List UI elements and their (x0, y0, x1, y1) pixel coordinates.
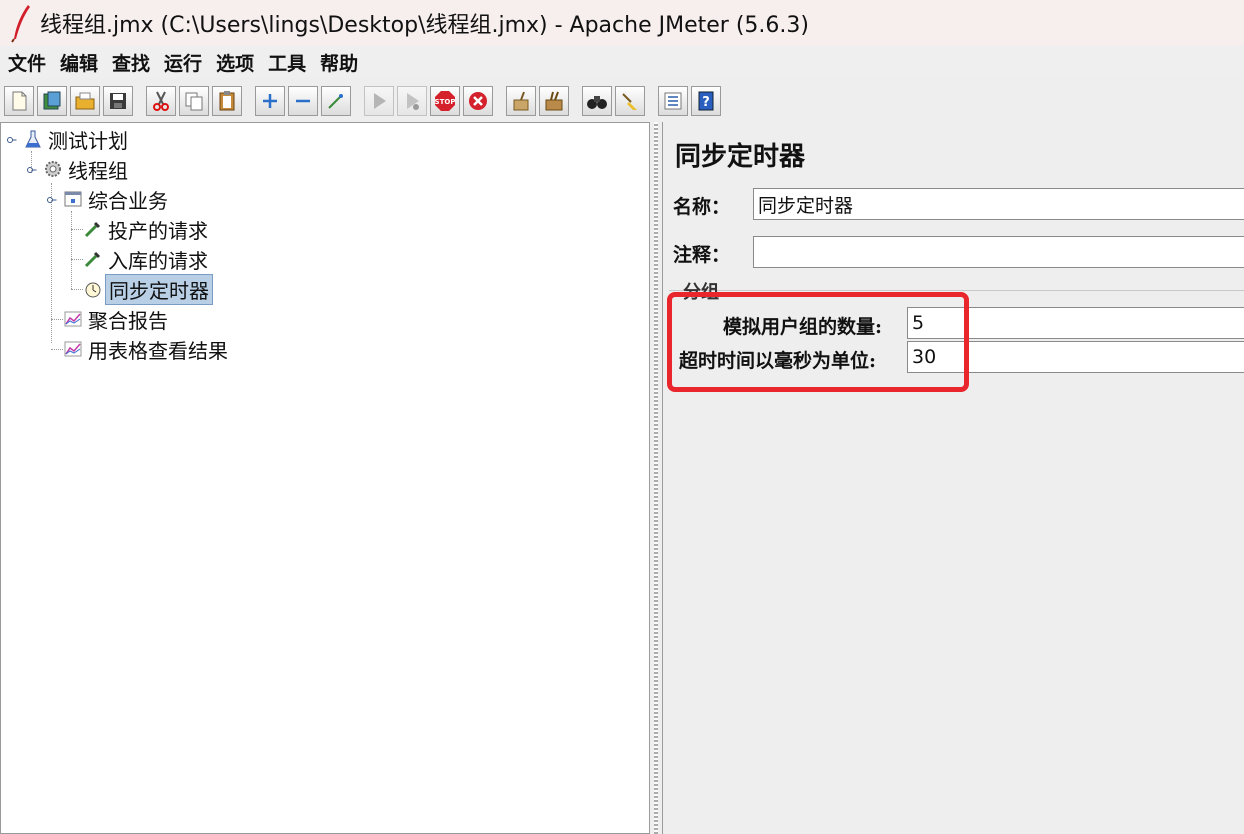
function-helper-button[interactable] (658, 86, 688, 116)
chart-report-icon (63, 309, 83, 329)
help-book-icon: ? (698, 91, 714, 111)
tree-node-test-plan[interactable]: 测试计划 (23, 125, 131, 153)
minus-icon (296, 99, 310, 103)
menu-bar: 文件 编辑 查找 运行 选项 工具 帮助 (0, 46, 1244, 78)
tree-node-sampler-2[interactable]: 入库的请求 (83, 245, 211, 273)
collapse-button[interactable] (288, 86, 318, 116)
flask-icon (23, 129, 43, 149)
expand-button[interactable] (255, 86, 285, 116)
shutdown-x-icon (469, 92, 487, 110)
broom-icon (513, 91, 529, 111)
menu-file[interactable]: 文件 (8, 49, 46, 76)
test-plan-tree: 测试计划 线程组 综合业务 投产的请求 入库的请求 同步定时器 聚合报告 用表格… (0, 122, 650, 834)
tree-node-view-results-table[interactable]: 用表格查看结果 (63, 335, 231, 363)
clear-button[interactable] (506, 86, 536, 116)
timer-config-panel: 同步定时器 名称： 注释： 分组 模拟用户组的数量: 超时时间以毫秒为单位: (662, 122, 1244, 834)
broom-all-icon (545, 91, 563, 111)
pipette-icon (83, 249, 103, 269)
copy-button[interactable] (179, 86, 209, 116)
expand-handle-icon[interactable] (27, 165, 37, 175)
toggle-wand-icon (328, 94, 343, 109)
tree-label: 线程组 (68, 158, 128, 183)
plus-icon (263, 94, 277, 108)
comment-label: 注释： (673, 244, 731, 266)
new-button[interactable] (4, 86, 34, 116)
start-no-pauses-button[interactable] (397, 86, 427, 116)
templates-button[interactable] (37, 86, 67, 116)
controller-icon (63, 189, 83, 209)
play-icon (374, 93, 386, 109)
expand-handle-icon[interactable] (47, 195, 57, 205)
paste-clipboard-icon (219, 91, 235, 111)
list-icon (664, 92, 682, 110)
svg-text:STOP: STOP (435, 98, 456, 106)
tree-label: 同步定时器 (105, 273, 213, 305)
menu-run[interactable]: 运行 (164, 49, 202, 76)
stop-sign-icon: STOP (435, 91, 456, 111)
save-disk-icon (110, 93, 126, 109)
play-no-pause-icon (407, 93, 419, 110)
start-button[interactable] (364, 86, 394, 116)
stop-button[interactable]: STOP (430, 86, 460, 116)
group-divider (669, 290, 1244, 291)
reset-broom-icon (622, 93, 637, 110)
templates-book-icon (43, 91, 61, 110)
expand-handle-icon[interactable] (7, 135, 17, 145)
scissors-icon (153, 91, 169, 111)
svg-text:?: ? (702, 95, 710, 110)
help-button[interactable]: ? (691, 86, 721, 116)
panel-splitter[interactable] (650, 122, 662, 834)
open-folder-icon (75, 92, 95, 110)
paste-button[interactable] (212, 86, 242, 116)
group-legend: 分组 (683, 282, 719, 303)
search-button[interactable] (582, 86, 612, 116)
title-bar: 线程组.jmx (C:\Users\lings\Desktop\线程组.jmx)… (0, 0, 1244, 46)
tree-label: 综合业务 (88, 188, 168, 213)
cut-button[interactable] (146, 86, 176, 116)
tree-label: 投产的请求 (108, 218, 208, 243)
menu-tools[interactable]: 工具 (268, 49, 306, 76)
reset-search-button[interactable] (615, 86, 645, 116)
tree-node-sync-timer[interactable]: 同步定时器 (83, 273, 213, 305)
timeout-input[interactable] (907, 341, 1244, 373)
chart-report-icon (63, 339, 83, 359)
stopwatch-icon (83, 279, 103, 299)
timeout-label: 超时时间以毫秒为单位: (679, 350, 877, 372)
tree-label: 用表格查看结果 (88, 338, 228, 363)
new-document-icon (12, 91, 27, 111)
menu-options[interactable]: 选项 (216, 49, 254, 76)
shutdown-button[interactable] (463, 86, 493, 116)
name-label: 名称： (673, 196, 731, 218)
copy-icon (185, 92, 203, 111)
name-input[interactable] (753, 188, 1244, 220)
tree-label: 测试计划 (48, 128, 128, 153)
tree-node-aggregate-report[interactable]: 聚合报告 (63, 305, 171, 333)
open-button[interactable] (70, 86, 100, 116)
tree-node-sampler-1[interactable]: 投产的请求 (83, 215, 211, 243)
binoculars-icon (587, 96, 607, 109)
tree-label: 聚合报告 (88, 308, 168, 333)
menu-search[interactable]: 查找 (112, 49, 150, 76)
clear-all-button[interactable] (539, 86, 569, 116)
page-title: 同步定时器 (675, 142, 806, 172)
tree-node-transaction[interactable]: 综合业务 (63, 185, 171, 213)
tree-node-thread-group[interactable]: 线程组 (43, 155, 131, 183)
tree-label: 入库的请求 (108, 248, 208, 273)
jmeter-feather-icon (11, 5, 30, 43)
comment-input[interactable] (753, 236, 1244, 268)
pipette-icon (83, 219, 103, 239)
toolbar: STOP ? (0, 82, 1244, 120)
menu-edit[interactable]: 编辑 (60, 49, 98, 76)
users-count-label: 模拟用户组的数量: (723, 316, 883, 338)
gear-icon (43, 159, 63, 179)
toggle-button[interactable] (321, 86, 351, 116)
menu-help[interactable]: 帮助 (320, 49, 358, 76)
save-button[interactable] (103, 86, 133, 116)
users-count-input[interactable] (907, 307, 1244, 339)
window-title: 线程组.jmx (C:\Users\lings\Desktop\线程组.jmx)… (40, 13, 809, 38)
